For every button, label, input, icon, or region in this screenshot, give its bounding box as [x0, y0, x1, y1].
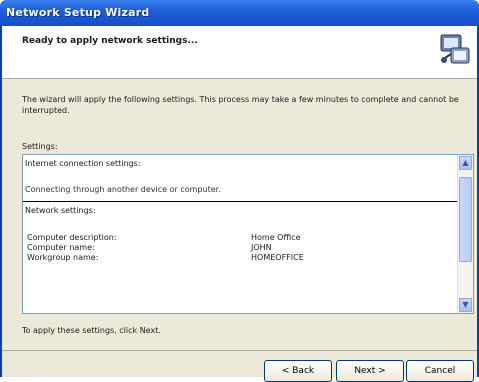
wizard-header: Ready to apply network settings... — [2, 26, 477, 79]
scroll-thumb[interactable] — [459, 177, 472, 262]
window-title: Network Setup Wizard — [6, 6, 150, 19]
internet-connection-line: Connecting through another device or com… — [25, 185, 221, 194]
next-button[interactable]: Next > — [336, 360, 404, 382]
workgroup-name-key: Workgroup name: — [27, 253, 99, 262]
settings-label: Settings: — [22, 142, 58, 151]
wizard-description: The wizard will apply the following sett… — [22, 95, 459, 115]
computer-description-value: Home Office — [251, 233, 301, 242]
title-bar[interactable]: Network Setup Wizard — [0, 0, 479, 26]
internet-section-heading: Internet connection settings: — [25, 159, 141, 168]
scroll-up-icon[interactable]: ▲ — [459, 156, 472, 170]
cancel-button[interactable]: Cancel — [406, 360, 474, 382]
computer-name-key: Computer name: — [27, 243, 95, 252]
computer-name-value: JOHN — [251, 243, 272, 252]
settings-content: Internet connection settings: Connecting… — [23, 155, 457, 313]
page-heading: Ready to apply network settings... — [22, 36, 198, 46]
apply-instructions: To apply these settings, click Next. — [22, 326, 161, 335]
section-divider — [23, 201, 457, 202]
footer-divider — [2, 350, 477, 351]
vertical-scrollbar[interactable]: ▲ ▼ — [457, 155, 473, 313]
settings-listbox[interactable]: Internet connection settings: Connecting… — [22, 154, 474, 314]
back-button[interactable]: < Back — [264, 360, 332, 382]
wizard-window: Ready to apply network settings... The w… — [0, 26, 479, 382]
workgroup-name-value: HOMEOFFICE — [251, 253, 304, 262]
computer-description-key: Computer description: — [27, 233, 117, 242]
network-section-heading: Network settings: — [25, 206, 96, 215]
network-wizard-icon — [440, 34, 470, 64]
scroll-down-icon[interactable]: ▼ — [459, 298, 472, 312]
